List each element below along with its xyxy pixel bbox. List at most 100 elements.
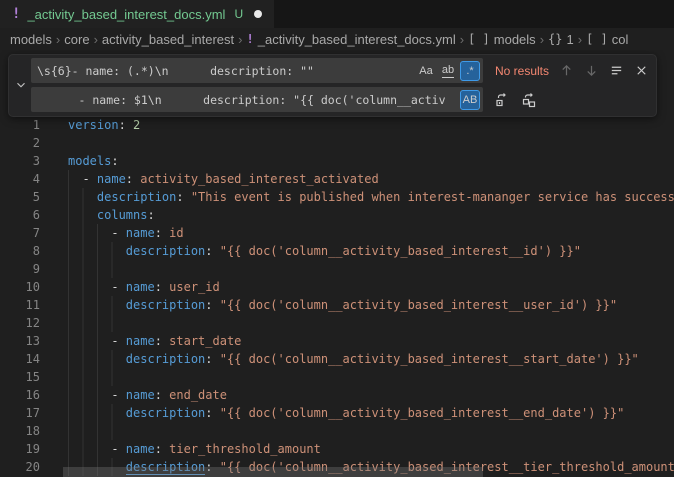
replace-all-icon	[521, 92, 537, 108]
code-line[interactable]: 4- name: activity_based_interest_activat…	[0, 170, 674, 188]
code-line[interactable]: 17description: "{{ doc('column__activity…	[0, 404, 674, 422]
code-line[interactable]: 14 description: "{{ doc('column__activity…	[0, 350, 674, 368]
breadcrumb-item[interactable]: activity_based_interest	[102, 32, 234, 47]
code-line[interactable]: 12	[0, 314, 674, 332]
next-match-button[interactable]	[581, 60, 602, 81]
line-number[interactable]: 2	[0, 134, 68, 152]
code-line[interactable]: 1version: 2	[0, 116, 674, 134]
toggle-replace-button[interactable]	[11, 58, 31, 112]
indent-guides	[68, 206, 97, 224]
line-number[interactable]: 13	[0, 332, 68, 350]
line-number[interactable]: 11	[0, 296, 68, 314]
code-token: -	[111, 388, 125, 402]
line-number[interactable]: 8	[0, 242, 68, 260]
replace-input[interactable]: - name: $1\n description: "{{ doc('colum…	[31, 87, 483, 112]
code-viewport: 1version: 223models:4- name: activity_ba…	[0, 116, 674, 476]
replace-button[interactable]	[491, 89, 512, 110]
find-in-selection-button[interactable]	[606, 60, 627, 81]
breadcrumb-separator-icon: ›	[574, 32, 586, 47]
line-number[interactable]: 1	[0, 116, 68, 134]
line-content	[126, 422, 674, 440]
line-number[interactable]: 7	[0, 224, 68, 242]
indent-guides	[68, 296, 126, 314]
code-token: -	[111, 226, 125, 240]
line-content: - name: start_date	[111, 332, 674, 350]
code-line[interactable]: 2	[0, 134, 674, 152]
indent-guides	[68, 332, 111, 350]
whole-word-button[interactable]: ab	[438, 61, 458, 81]
preserve-case-button[interactable]: AB	[460, 90, 480, 110]
code-token: :	[155, 280, 169, 294]
line-number[interactable]: 16	[0, 386, 68, 404]
tab-bar: ! _activity_based_interest_docs.yml U	[0, 0, 674, 28]
line-number[interactable]: 17	[0, 404, 68, 422]
code-line[interactable]: 9	[0, 260, 674, 278]
code-line[interactable]: 6columns:	[0, 206, 674, 224]
line-content: description: "{{ doc('column__activity_b…	[126, 350, 674, 368]
code-token: columns	[97, 208, 148, 222]
code-line[interactable]: 8description: "{{ doc('column__activity_…	[0, 242, 674, 260]
tab-active-file[interactable]: ! _activity_based_interest_docs.yml U	[0, 0, 275, 28]
line-number[interactable]: 4	[0, 170, 68, 188]
code-token: description	[97, 190, 176, 204]
code-token: name	[126, 280, 155, 294]
code-line[interactable]: 5 description: "This event is published w…	[0, 188, 674, 206]
line-content: description: "This event is published wh…	[97, 188, 674, 206]
line-number[interactable]: 10	[0, 278, 68, 296]
breadcrumb-item[interactable]: [ ]col	[586, 32, 628, 47]
line-number[interactable]: 18	[0, 422, 68, 440]
yaml-file-icon: !	[247, 32, 254, 46]
find-input-value: \s{6}- name: (.*)\n description: ""	[31, 64, 314, 78]
code-line[interactable]: 15	[0, 368, 674, 386]
line-number[interactable]: 19	[0, 440, 68, 458]
code-token: activity_based_interest_activated	[140, 172, 378, 186]
breadcrumb-item[interactable]: core	[64, 32, 89, 47]
match-case-button[interactable]: Aa	[416, 61, 436, 81]
line-number[interactable]: 15	[0, 368, 68, 386]
indent-guides	[68, 188, 97, 206]
indent-guides	[68, 350, 126, 368]
line-number[interactable]: 3	[0, 152, 68, 170]
code-token: 2	[133, 118, 140, 132]
close-find-widget-button[interactable]	[631, 60, 652, 81]
breadcrumb-separator-icon: ›	[90, 32, 102, 47]
code-line[interactable]: 11description: "{{ doc('column__activity…	[0, 296, 674, 314]
code-line[interactable]: 10 - name: user_id	[0, 278, 674, 296]
code-token: :	[176, 190, 190, 204]
code-token: description	[126, 352, 205, 366]
code-token: models	[68, 154, 111, 168]
code-line[interactable]: 16- name: end_date	[0, 386, 674, 404]
code-token: id	[169, 226, 183, 240]
code-token: "{{ doc('column__activity_based_interest…	[220, 352, 639, 366]
find-input[interactable]: \s{6}- name: (.*)\n description: "" Aa a…	[31, 58, 483, 83]
breadcrumb-item[interactable]: !_activity_based_interest_docs.yml	[247, 32, 456, 47]
modified-dot-icon[interactable]	[254, 10, 262, 18]
line-content: - name: user_id	[111, 278, 674, 296]
editor-area[interactable]: \s{6}- name: (.*)\n description: "" Aa a…	[0, 50, 674, 477]
horizontal-scrollbar-thumb[interactable]	[63, 467, 483, 477]
breadcrumb-item[interactable]: [ ]models	[468, 32, 536, 47]
regex-button[interactable]: .*	[460, 61, 480, 81]
code-token: -	[111, 442, 125, 456]
line-number[interactable]: 6	[0, 206, 68, 224]
indent-guides	[68, 242, 126, 260]
breadcrumb-item-label: activity_based_interest	[102, 32, 234, 47]
line-number[interactable]: 14	[0, 350, 68, 368]
line-content: models:	[68, 152, 674, 170]
breadcrumb-item[interactable]: models	[10, 32, 52, 47]
code-line[interactable]: 3models:	[0, 152, 674, 170]
previous-match-button[interactable]	[556, 60, 577, 81]
code-token: version	[68, 118, 119, 132]
code-line[interactable]: 7- name: id	[0, 224, 674, 242]
code-line[interactable]: 13 - name: start_date	[0, 332, 674, 350]
breadcrumb-separator-icon: ›	[536, 32, 548, 47]
code-token: "{{ doc('column__activity_based_interest…	[220, 244, 581, 258]
line-number[interactable]: 20	[0, 458, 68, 476]
code-line[interactable]: 19- name: tier_threshold_amount	[0, 440, 674, 458]
line-number[interactable]: 12	[0, 314, 68, 332]
line-number[interactable]: 9	[0, 260, 68, 278]
code-line[interactable]: 18	[0, 422, 674, 440]
breadcrumb-item[interactable]: {}1	[548, 32, 574, 47]
line-number[interactable]: 5	[0, 188, 68, 206]
replace-all-button[interactable]	[518, 89, 539, 110]
